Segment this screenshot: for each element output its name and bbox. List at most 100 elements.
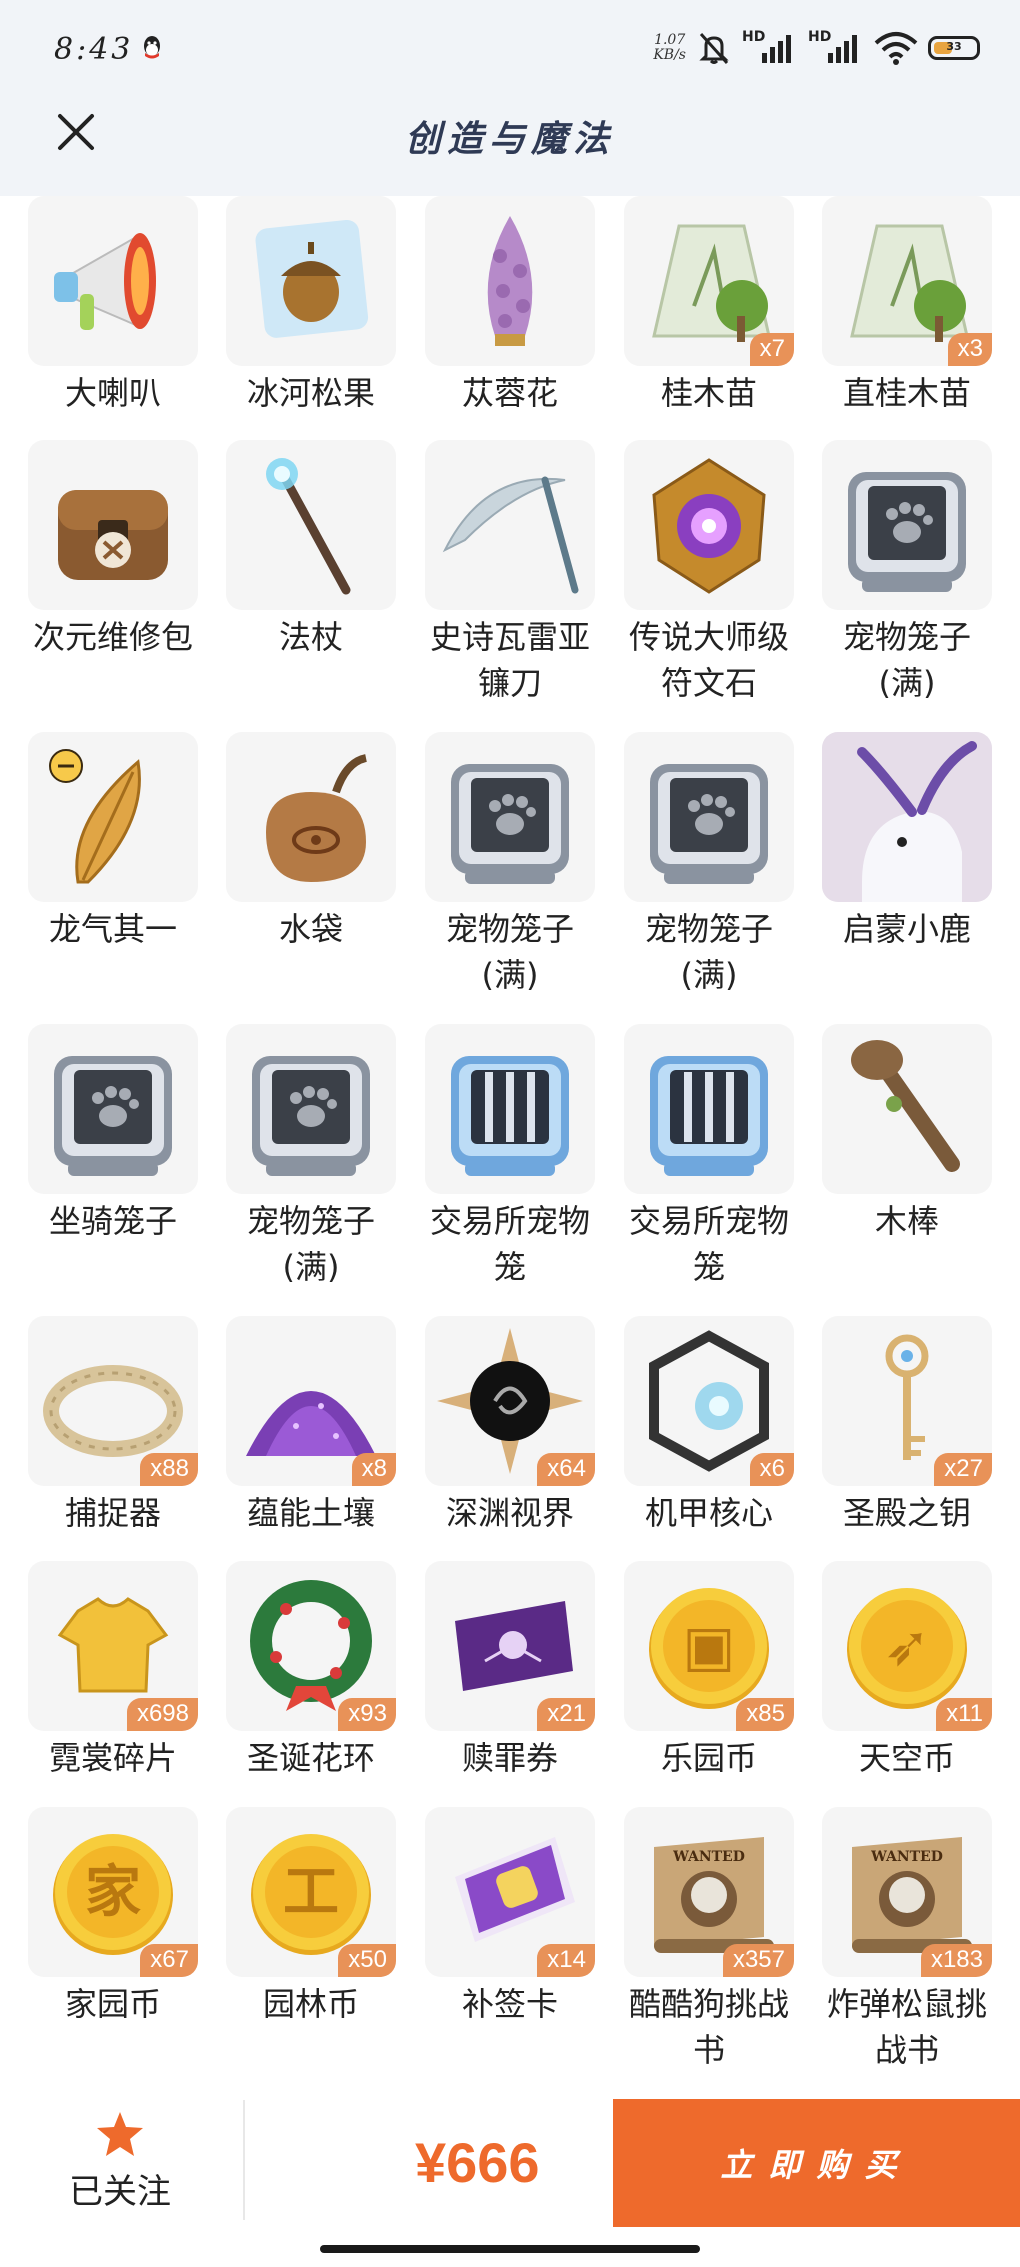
pet-cage-icon (252, 1056, 370, 1176)
item-name: 宠物笼子 (满) (445, 910, 574, 994)
signal-bars-icon (828, 35, 857, 63)
item-name: 酷酷狗挑战 书 (628, 1985, 789, 2069)
item-count-badge: x14 (537, 1944, 595, 1977)
mount-cage-icon (54, 1056, 172, 1176)
signal-2: HD (808, 29, 864, 65)
item-count-badge: x11 (936, 1698, 992, 1731)
pet-cage-icon (650, 764, 768, 884)
qq-icon (144, 36, 160, 59)
item-name: 炸弹松鼠挑 战书 (826, 1985, 987, 2069)
follow-label: 已关注 (69, 2172, 171, 2212)
item-thumbnail (624, 440, 794, 610)
item-count-badge: x698 (126, 1698, 198, 1731)
item-thumbnail: x7 (624, 196, 794, 366)
item-thumbnail (28, 732, 198, 902)
trade-cage-icon (451, 1056, 569, 1176)
item-name: 交易所宠物 笼 (628, 1202, 789, 1286)
item-thumbnail (425, 1024, 595, 1194)
signal-bars-icon (762, 35, 791, 63)
item-thumbnail: x8 (226, 1316, 396, 1486)
repair-bag-icon (58, 490, 168, 580)
item-thumbnail: x14 (425, 1807, 595, 1977)
item-name: 霓裳碎片 (48, 1739, 177, 1777)
svg-text:家: 家 (85, 1860, 141, 1925)
item-thumbnail (28, 196, 198, 366)
network-speed: 1.07 KB/s (653, 32, 686, 63)
flower-cone-icon (487, 216, 533, 346)
item-thumbnail (28, 1024, 198, 1194)
item-thumbnail (624, 732, 794, 902)
svg-text:▣: ▣ (683, 1614, 736, 1679)
star-icon (97, 2112, 143, 2156)
item-name: 宠物笼子 (满) (842, 618, 971, 702)
item-count-badge: x27 (934, 1453, 992, 1486)
item-thumbnail: 工 x50 (226, 1807, 396, 1977)
item-name: 乐园币 (660, 1739, 757, 1777)
item-name: 苁蓉花 (461, 374, 558, 412)
item-count-badge: x50 (338, 1944, 396, 1977)
item-thumbnail (822, 1024, 992, 1194)
item-name: 宠物笼子 (满) (644, 910, 773, 994)
item-name: 捕捉器 (64, 1494, 161, 1532)
item-count-badge: x21 (537, 1698, 595, 1731)
item-name: 蕴能土壤 (246, 1494, 375, 1532)
item-thumbnail: x3 (822, 196, 992, 366)
item-thumbnail: x27 (822, 1316, 992, 1486)
item-name: 坐骑笼子 (48, 1202, 177, 1240)
item-name: 次元维修包 (32, 618, 193, 656)
status-time: 8:43 (54, 32, 134, 67)
item-name: 水袋 (278, 910, 343, 948)
item-thumbnail (226, 440, 396, 610)
item-thumbnail (425, 196, 595, 366)
item-count-badge: x85 (736, 1698, 794, 1731)
megaphone-icon (54, 233, 156, 330)
pet-cage-icon (848, 472, 966, 592)
item-name: 桂木苗 (660, 374, 757, 412)
item-name: 深渊视界 (445, 1494, 574, 1532)
divider (243, 2100, 245, 2220)
buy-now-button[interactable]: 立即购买 (613, 2099, 1020, 2227)
page-title: 创造与魔法 (404, 118, 615, 160)
item-thumbnail: x6 (624, 1316, 794, 1486)
item-name: 圣诞花环 (246, 1739, 375, 1777)
svg-text:工: 工 (283, 1860, 339, 1925)
item-name: 启蒙小鹿 (842, 910, 971, 948)
item-count-badge: x8 (351, 1453, 396, 1486)
item-thumbnail: 家 x67 (28, 1807, 198, 1977)
item-count-badge: x357 (722, 1944, 794, 1977)
follow-button[interactable]: 已关注 (40, 2110, 200, 2220)
dragon-feather-icon (49, 749, 141, 884)
item-count-badge: x67 (140, 1944, 198, 1977)
item-name: 补签卡 (461, 1985, 558, 2023)
item-thumbnail: WANTED x357 (624, 1807, 794, 1977)
item-thumbnail: x21 (425, 1561, 595, 1731)
item-name: 交易所宠物 笼 (429, 1202, 590, 1286)
item-thumbnail (822, 732, 992, 902)
item-count-badge: x6 (749, 1453, 794, 1486)
item-thumbnail (822, 440, 992, 610)
staff-icon (266, 458, 351, 595)
item-name: 史诗瓦雷亚 镰刀 (429, 618, 590, 702)
item-name: 传说大师级 符文石 (628, 618, 789, 702)
wanted-text: WANTED (870, 1849, 943, 1865)
scythe-icon (442, 476, 579, 594)
item-count-badge: x93 (338, 1698, 396, 1731)
home-indicator[interactable] (320, 2245, 700, 2253)
item-count-badge: x183 (920, 1944, 992, 1977)
item-name: 宠物笼子 (满) (246, 1202, 375, 1286)
item-thumbnail: WANTED x183 (822, 1807, 992, 1977)
item-thumbnail: ▣ x85 (624, 1561, 794, 1731)
item-thumbnail: x88 (28, 1316, 198, 1486)
item-count-badge: x3 (947, 333, 992, 366)
rune-stone-icon (652, 458, 766, 594)
water-bag-icon (266, 754, 368, 882)
item-count-badge: x7 (749, 333, 794, 366)
wifi-icon (874, 32, 918, 65)
status-bar: 8:43 1.07 KB/s HD HD 33 (0, 0, 1020, 100)
signal-1: HD (742, 29, 798, 65)
trade-cage-icon (650, 1056, 768, 1176)
item-count-badge: x88 (140, 1453, 198, 1486)
item-name: 龙气其一 (48, 910, 177, 948)
item-thumbnail: ➶ x11 (822, 1561, 992, 1731)
deer-icon (822, 732, 992, 902)
